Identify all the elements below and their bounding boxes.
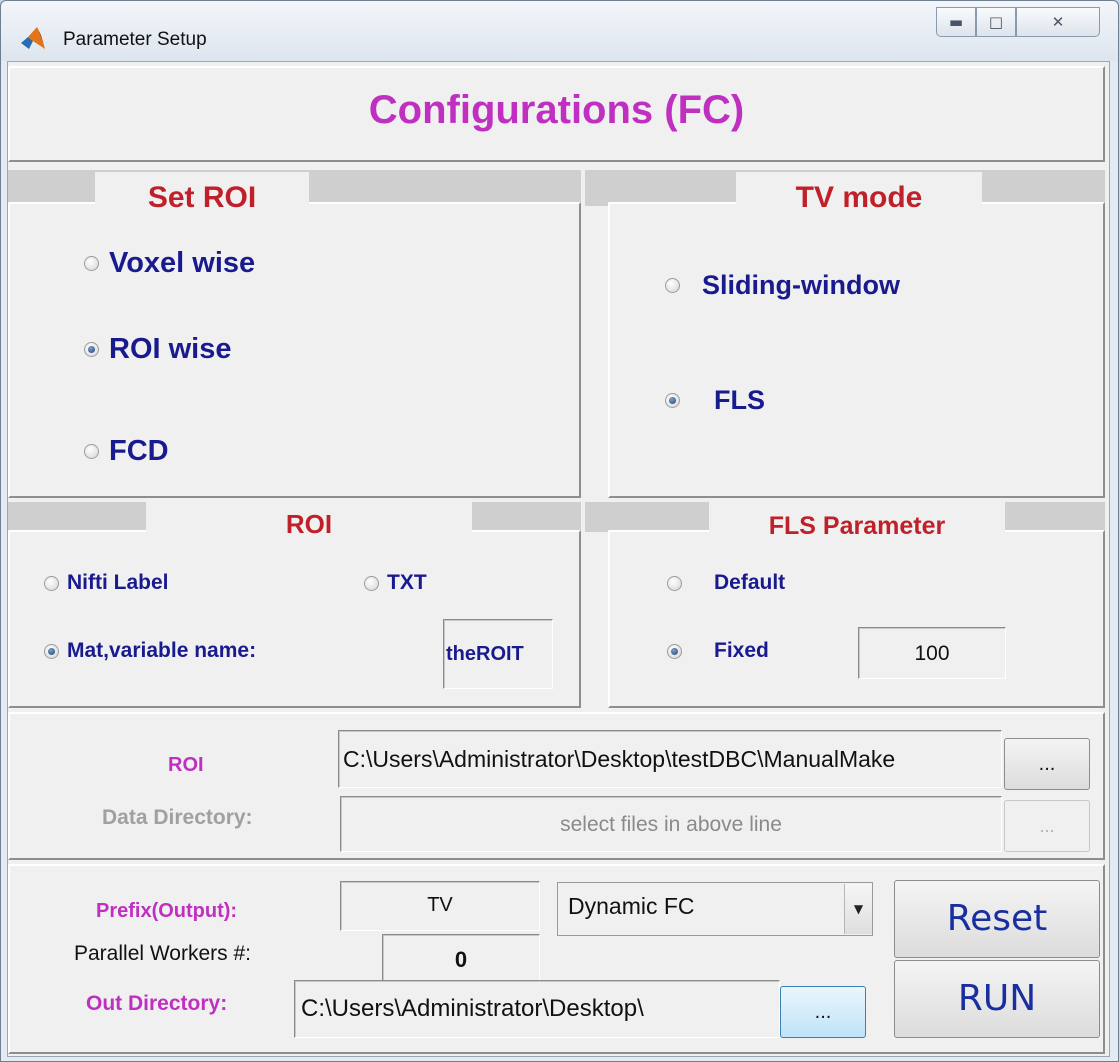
roi-browse-button[interactable]: ... [1004,738,1090,790]
maximize-button[interactable]: □ [976,7,1016,37]
data-directory-label: Data Directory: [102,806,253,829]
fixed-radio[interactable]: Fixed [667,639,769,663]
minimize-button[interactable]: ▬ [936,7,976,37]
parameter-setup-window: Parameter Setup ▬ □ ✕ Configurations (FC… [0,0,1119,1062]
heading-panel: Configurations (FC) [8,66,1105,162]
chevron-down-icon[interactable]: ▼ [844,884,872,934]
txt-radio[interactable]: TXT [364,571,427,595]
run-button[interactable]: RUN [894,960,1100,1038]
fcd-label: FCD [109,435,169,467]
mat-variable-label: Mat,variable name: [67,639,257,662]
radio-selected-icon [667,643,682,659]
sliding-window-label: Sliding-window [702,270,900,300]
radio-icon [84,444,99,459]
out-directory-field[interactable]: C:\Users\Administrator\Desktop\ [294,980,780,1038]
mat-variable-radio[interactable]: Mat,variable name: [44,639,256,663]
data-directory-field[interactable]: select files in above line [340,796,1002,852]
mode-dropdown-value: Dynamic FC [568,893,695,919]
fls-label: FLS [714,385,765,415]
radio-selected-icon [84,342,99,357]
matlab-icon [21,27,45,49]
page-title: Configurations (FC) [368,88,745,132]
sliding-window-radio[interactable]: Sliding-window [665,270,900,301]
roi-wise-label: ROI wise [109,333,232,365]
radio-selected-icon [665,393,680,408]
fixed-label: Fixed [714,639,769,662]
prefix-output-field[interactable]: TV [340,881,540,931]
fls-parameter-title: FLS Parameter [709,502,1005,546]
window-title: Parameter Setup [63,29,207,50]
close-button[interactable]: ✕ [1016,7,1100,37]
parallel-workers-label: Parallel Workers #: [74,942,252,965]
radio-icon [84,256,99,271]
roi-path-field[interactable]: C:\Users\Administrator\Desktop\testDBC\M… [338,730,1002,788]
default-radio[interactable]: Default [667,571,785,595]
caption-buttons: ▬ □ ✕ [936,7,1110,41]
roi-wise-radio[interactable]: ROI wise [84,333,232,366]
fcd-radio[interactable]: FCD [84,435,169,468]
nifti-label-text: Nifti Label [67,571,169,594]
fls-radio[interactable]: FLS [665,385,765,416]
reset-button[interactable]: Reset [894,880,1100,958]
fixed-value-field[interactable]: 100 [858,627,1006,679]
default-label: Default [714,571,786,594]
voxel-wise-radio[interactable]: Voxel wise [84,247,255,280]
fls-parameter-panel [608,530,1105,708]
txt-label-text: TXT [387,571,427,594]
tv-mode-panel [608,202,1105,498]
parallel-workers-field[interactable]: 0 [382,934,540,986]
nifti-label-radio[interactable]: Nifti Label [44,571,169,595]
set-roi-title: Set ROI [95,172,309,222]
prefix-output-label: Prefix(Output): [96,900,238,922]
roi-panel-title: ROI [146,502,472,546]
radio-selected-icon [44,643,59,659]
radio-icon [667,575,682,591]
out-directory-label: Out Directory: [86,992,228,1015]
variable-name-field[interactable]: theROIT [443,619,553,689]
roi-path-label: ROI [168,754,204,776]
radio-icon [665,278,680,293]
voxel-wise-label: Voxel wise [109,247,256,279]
title-bar[interactable]: Parameter Setup ▬ □ ✕ [1,1,1118,61]
tv-mode-title: TV mode [736,172,982,222]
data-directory-browse-button[interactable]: ... [1004,800,1090,852]
radio-icon [44,575,59,591]
mode-dropdown[interactable]: Dynamic FC ▼ [557,882,873,936]
figure-area: Configurations (FC) Set ROI Voxel wise R… [7,61,1110,1057]
out-directory-browse-button[interactable]: ... [780,986,866,1038]
radio-icon [364,575,379,591]
